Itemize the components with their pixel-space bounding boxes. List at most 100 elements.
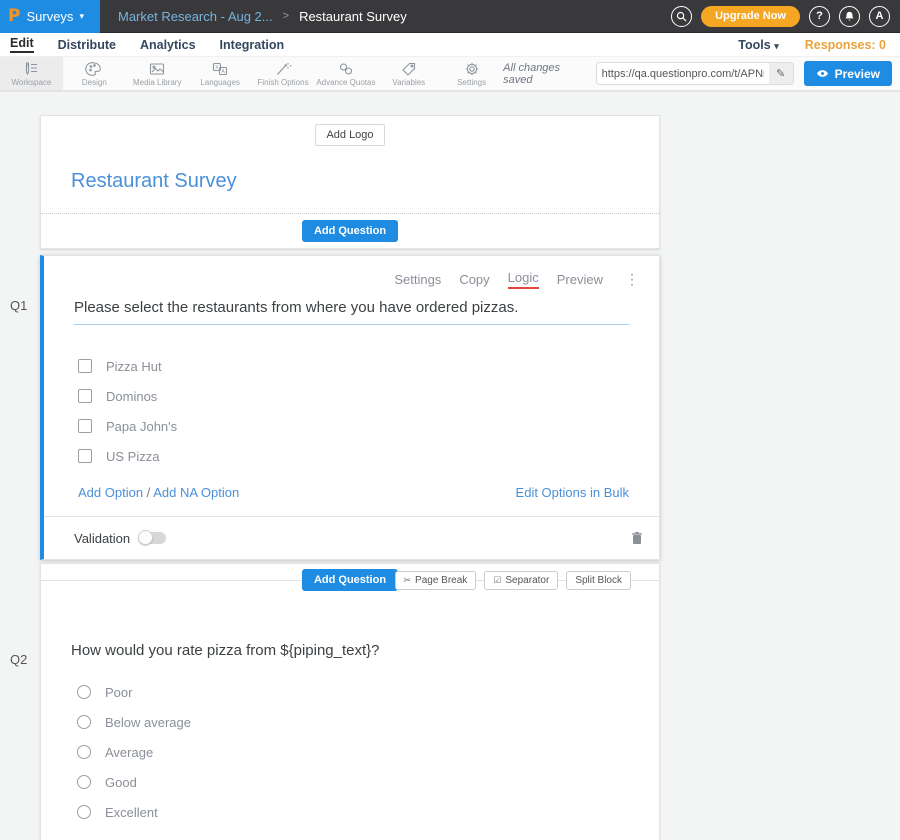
checkbox-icon[interactable]	[78, 389, 92, 403]
preview-button[interactable]: Preview	[804, 61, 892, 86]
avatar[interactable]: A	[869, 6, 890, 27]
question-number-q1: Q1	[10, 298, 27, 313]
toolbar-item-settings[interactable]: Settings	[440, 57, 503, 90]
page-break-button[interactable]: ✂Page Break	[395, 571, 477, 590]
insert-strip-middle: Add Question ✂Page Break ☑Separator Spli…	[41, 564, 659, 596]
breadcrumb-survey-name[interactable]: Restaurant Survey	[299, 9, 407, 24]
survey-url-group: ✎	[596, 62, 794, 85]
q2-option-label[interactable]: Excellent	[105, 805, 158, 820]
toolbar-item-finish-options[interactable]: Finish Options	[252, 57, 315, 90]
notifications-button[interactable]	[839, 6, 860, 27]
delete-question-button[interactable]	[631, 531, 643, 545]
separator-icon: ☑	[493, 575, 501, 586]
toolbar-item-design[interactable]: Design	[63, 57, 126, 90]
bell-icon	[844, 11, 855, 22]
add-option-link[interactable]: Add Option	[78, 485, 143, 500]
q1-question-text[interactable]: Please select the restaurants from where…	[74, 299, 629, 325]
q2-option-label[interactable]: Average	[105, 745, 153, 760]
q1-option-row[interactable]: US Pizza	[78, 441, 629, 471]
survey-url-input[interactable]	[597, 63, 769, 84]
radio-icon[interactable]	[77, 805, 91, 819]
checkbox-icon[interactable]	[78, 359, 92, 373]
q1-option-label[interactable]: Papa John's	[106, 419, 177, 434]
autosave-status: All changes saved	[503, 62, 585, 86]
q2-option-label[interactable]: Below average	[105, 715, 191, 730]
breadcrumb-folder[interactable]: Market Research - Aug 2...	[118, 9, 273, 24]
radio-icon[interactable]	[77, 775, 91, 789]
add-na-option-link[interactable]: Add NA Option	[153, 485, 239, 500]
tab-edit[interactable]: Edit	[10, 36, 34, 53]
radio-icon[interactable]	[77, 715, 91, 729]
eye-icon	[816, 69, 829, 78]
q2-option-row[interactable]: Excellent	[77, 797, 629, 827]
survey-editor-canvas: Add Logo Restaurant Survey Add Question …	[0, 92, 900, 840]
radio-icon[interactable]	[77, 745, 91, 759]
q1-option-label[interactable]: Dominos	[106, 389, 157, 404]
translate-icon: XA	[211, 61, 229, 77]
q1-settings-link[interactable]: Settings	[394, 272, 441, 287]
q2-question-text[interactable]: How would you rate pizza from ${piping_t…	[41, 596, 659, 665]
add-logo-button[interactable]: Add Logo	[315, 124, 384, 146]
toolbar-item-advance-quotas[interactable]: Advance Quotas	[314, 57, 377, 90]
question-card-q2: Add Question ✂Page Break ☑Separator Spli…	[40, 563, 660, 840]
add-question-button-top[interactable]: Add Question	[302, 220, 398, 242]
edit-options-in-bulk-link[interactable]: Edit Options in Bulk	[516, 485, 629, 500]
q1-option-row[interactable]: Dominos	[78, 381, 629, 411]
tab-integration[interactable]: Integration	[220, 38, 285, 52]
tools-menu[interactable]: Tools ▾	[738, 38, 778, 52]
survey-header-card: Add Logo Restaurant Survey Add Question	[40, 115, 660, 249]
q1-kebab-menu[interactable]: ⋮	[621, 271, 643, 288]
toolbar-item-media-library[interactable]: Media Library	[126, 57, 189, 90]
link-slash: /	[147, 485, 151, 500]
q1-logic-link[interactable]: Logic	[508, 270, 539, 289]
links-icon	[337, 61, 355, 77]
toolbar-item-variables[interactable]: Variables	[377, 57, 440, 90]
q1-option-label[interactable]: Pizza Hut	[106, 359, 162, 374]
image-icon	[148, 61, 166, 77]
product-name: Surveys	[26, 9, 73, 24]
toolbar-item-languages[interactable]: XA Languages	[189, 57, 252, 90]
q2-option-row[interactable]: Below average	[77, 707, 629, 737]
toolbar-item-workspace[interactable]: Workspace	[0, 57, 63, 90]
editor-toolbar: Workspace Design Media Library XA Langua…	[0, 57, 900, 92]
palette-icon	[85, 61, 103, 77]
questionpro-logo-icon: P	[8, 6, 20, 26]
surveys-menu[interactable]: P Surveys ▾	[0, 0, 100, 33]
split-block-button[interactable]: Split Block	[566, 571, 631, 590]
tab-analytics[interactable]: Analytics	[140, 38, 196, 52]
help-button[interactable]: ?	[809, 6, 830, 27]
q1-option-row[interactable]: Papa John's	[78, 411, 629, 441]
checkbox-icon[interactable]	[78, 449, 92, 463]
responses-count[interactable]: Responses: 0	[805, 38, 886, 52]
q1-copy-link[interactable]: Copy	[459, 272, 489, 287]
radio-icon[interactable]	[77, 685, 91, 699]
chevron-down-icon: ▾	[79, 11, 84, 22]
search-icon	[676, 11, 687, 22]
toggle-knob	[138, 530, 153, 545]
q2-option-label[interactable]: Poor	[105, 685, 132, 700]
q2-option-row[interactable]: Good	[77, 767, 629, 797]
wand-icon	[274, 61, 292, 77]
breadcrumb: Market Research - Aug 2... > Restaurant …	[118, 9, 407, 24]
top-bar: P Surveys ▾ Market Research - Aug 2... >…	[0, 0, 900, 33]
tab-distribute[interactable]: Distribute	[58, 38, 116, 52]
q2-option-row[interactable]: Average	[77, 737, 629, 767]
survey-title[interactable]: Restaurant Survey	[41, 146, 659, 213]
q1-option-row[interactable]: Pizza Hut	[78, 351, 629, 381]
tag-icon	[400, 61, 418, 77]
separator-button[interactable]: ☑Separator	[484, 571, 558, 590]
q2-option-label[interactable]: Good	[105, 775, 137, 790]
upgrade-now-button[interactable]: Upgrade Now	[701, 6, 800, 27]
validation-toggle[interactable]	[140, 532, 166, 544]
add-question-button-middle[interactable]: Add Question	[302, 569, 398, 591]
q2-option-row[interactable]: Poor	[77, 677, 629, 707]
chevron-down-icon: ▾	[774, 41, 779, 51]
scissors-icon: ✂	[404, 575, 412, 586]
search-button[interactable]	[671, 6, 692, 27]
edit-url-button[interactable]: ✎	[769, 67, 793, 80]
checkbox-icon[interactable]	[78, 419, 92, 433]
trash-icon	[631, 531, 643, 545]
q1-preview-link[interactable]: Preview	[557, 272, 603, 287]
q1-option-label[interactable]: US Pizza	[106, 449, 159, 464]
section-nav: Edit Distribute Analytics Integration To…	[0, 33, 900, 57]
